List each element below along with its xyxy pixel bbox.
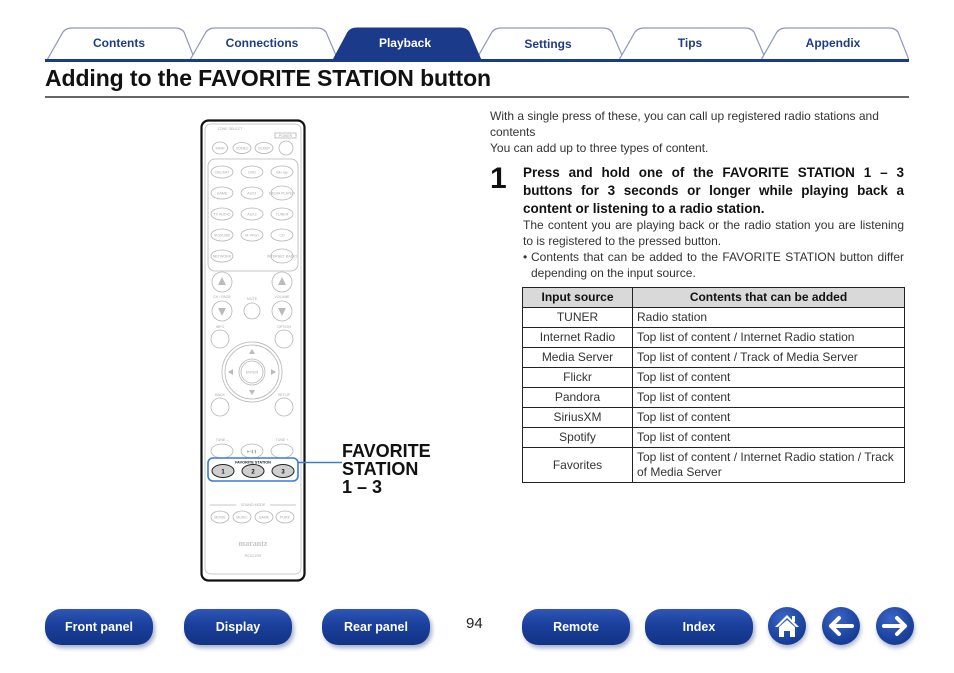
remote-key-label: INFO [216,325,225,329]
remote-key-label: BACK [215,393,225,397]
remote-key-label: M-XPort [245,234,258,238]
page-title: Adding to the FAVORITE STATION button [45,65,492,91]
table-row: SiriusXM Top list of content [522,407,905,428]
chapter-tabs: Contents Connections Playback Settings T… [45,27,909,61]
table-row: Internet Radio Top list of content / Inte… [522,327,905,348]
remote-key-label: TUNER [276,213,289,217]
tab-contents[interactable]: Contents [59,36,179,50]
remote-key-label: RC021SR [245,554,262,558]
table-row: Flickr Top list of content [522,367,905,388]
table-row: Spotify Top list of content [522,427,905,448]
favorite-station-label: FAVORITE STATION [235,461,271,465]
rear-panel-button[interactable]: Rear panel [322,609,430,645]
remote-key-label: AUX2 [247,213,256,217]
remote-zone-select-label: ZONE SELECT [218,127,244,131]
step-number: 1 [490,162,507,195]
remote-key-label: iPod/USB [214,234,230,238]
step-bullet: • Contents that can be added to the FAVO… [523,250,904,280]
remote-key-label: NETWORK [213,255,232,259]
tab-connections[interactable]: Connections [202,36,322,50]
remote-key-label: PURE [280,516,291,520]
remote-key-label: ZONE2 [236,147,248,151]
remote-key-label: DVD [248,171,256,175]
page-number: 94 [466,615,483,632]
remote-illustration: ZONE SELECT POWER MAIN ZONE2 SLEEP CBL/S… [200,119,306,582]
table-row: TUNER Radio station [522,307,905,328]
table-row: Pandora Top list of content [522,387,905,408]
remote-key-label: CH / PAGE [213,295,232,299]
remote-key-label: MUSIC [236,516,248,520]
remote-key-label: ▶/❚❚ [247,449,257,454]
remote-key-label: MUTE [247,297,258,301]
tab-settings[interactable]: Settings [488,37,608,51]
step-heading: Press and hold one of the FAVORITE STATI… [523,165,904,216]
callout-line [298,461,342,464]
remote-key-label: OPTION [277,325,291,329]
remote-brand-logo: marantz [239,539,268,548]
remote-key-label: MEDIA PLAYER [269,192,296,196]
next-page-button[interactable] [876,607,914,645]
tab-tips[interactable]: Tips [630,36,750,50]
intro-text: With a single press of these, you can ca… [490,109,879,155]
remote-key-label: TUNE – [216,438,229,442]
previous-page-button[interactable] [822,607,860,645]
remote-key-label: TV AUDIO [214,213,231,217]
column-header: Input source [522,287,633,308]
tab-playback[interactable]: Playback [345,36,465,50]
home-icon [775,615,799,637]
remote-button[interactable]: Remote [522,609,630,645]
remote-key-label: GAME [217,192,228,196]
remote-key-label: GAME [259,516,270,520]
table-header-row: Input source Contents that can be added [522,287,905,308]
remote-key-label: CBL/SAT [215,171,231,175]
index-button[interactable]: Index [645,609,753,645]
title-divider [45,96,909,98]
column-header: Contents that can be added [632,287,905,308]
tab-appendix[interactable]: Appendix [773,36,893,50]
front-panel-button[interactable]: Front panel [45,609,153,645]
remote-key-label: SLEEP [258,147,270,151]
home-button[interactable] [768,607,806,645]
remote-key-label: TUNE + [276,438,289,442]
remote-key-label: INTERNET RADIO [267,255,297,259]
remote-key-label: MAIN [216,147,225,151]
back-arrow-icon [829,616,854,636]
remote-key-label: Blu-ray [276,171,288,175]
remote-key-label: AUX1 [247,192,256,196]
favorite-station-callout: FAVORITE STATION 1 – 3 [342,441,431,497]
table-row: Favorites Top list of content / Internet … [522,447,905,483]
step-body: The content you are playing back or the … [523,218,904,280]
bullet-mark: • [523,250,528,264]
tab-divider [45,59,909,62]
table-row: Media Server Top list of content / Track … [522,347,905,368]
remote-key-label: MOVIE [214,516,226,520]
display-button[interactable]: Display [184,609,292,645]
forward-arrow-icon [882,616,907,636]
remote-key-label: CD [279,234,285,238]
remote-key-label: SOUND MODE [241,503,266,507]
input-source-table: Input source Contents that can be added … [522,287,905,483]
remote-key-label: ENTER [246,371,259,375]
remote-power-label: POWER [279,134,293,138]
remote-key-label: VOLUME [274,295,290,299]
remote-key-label: SETUP [278,393,291,397]
